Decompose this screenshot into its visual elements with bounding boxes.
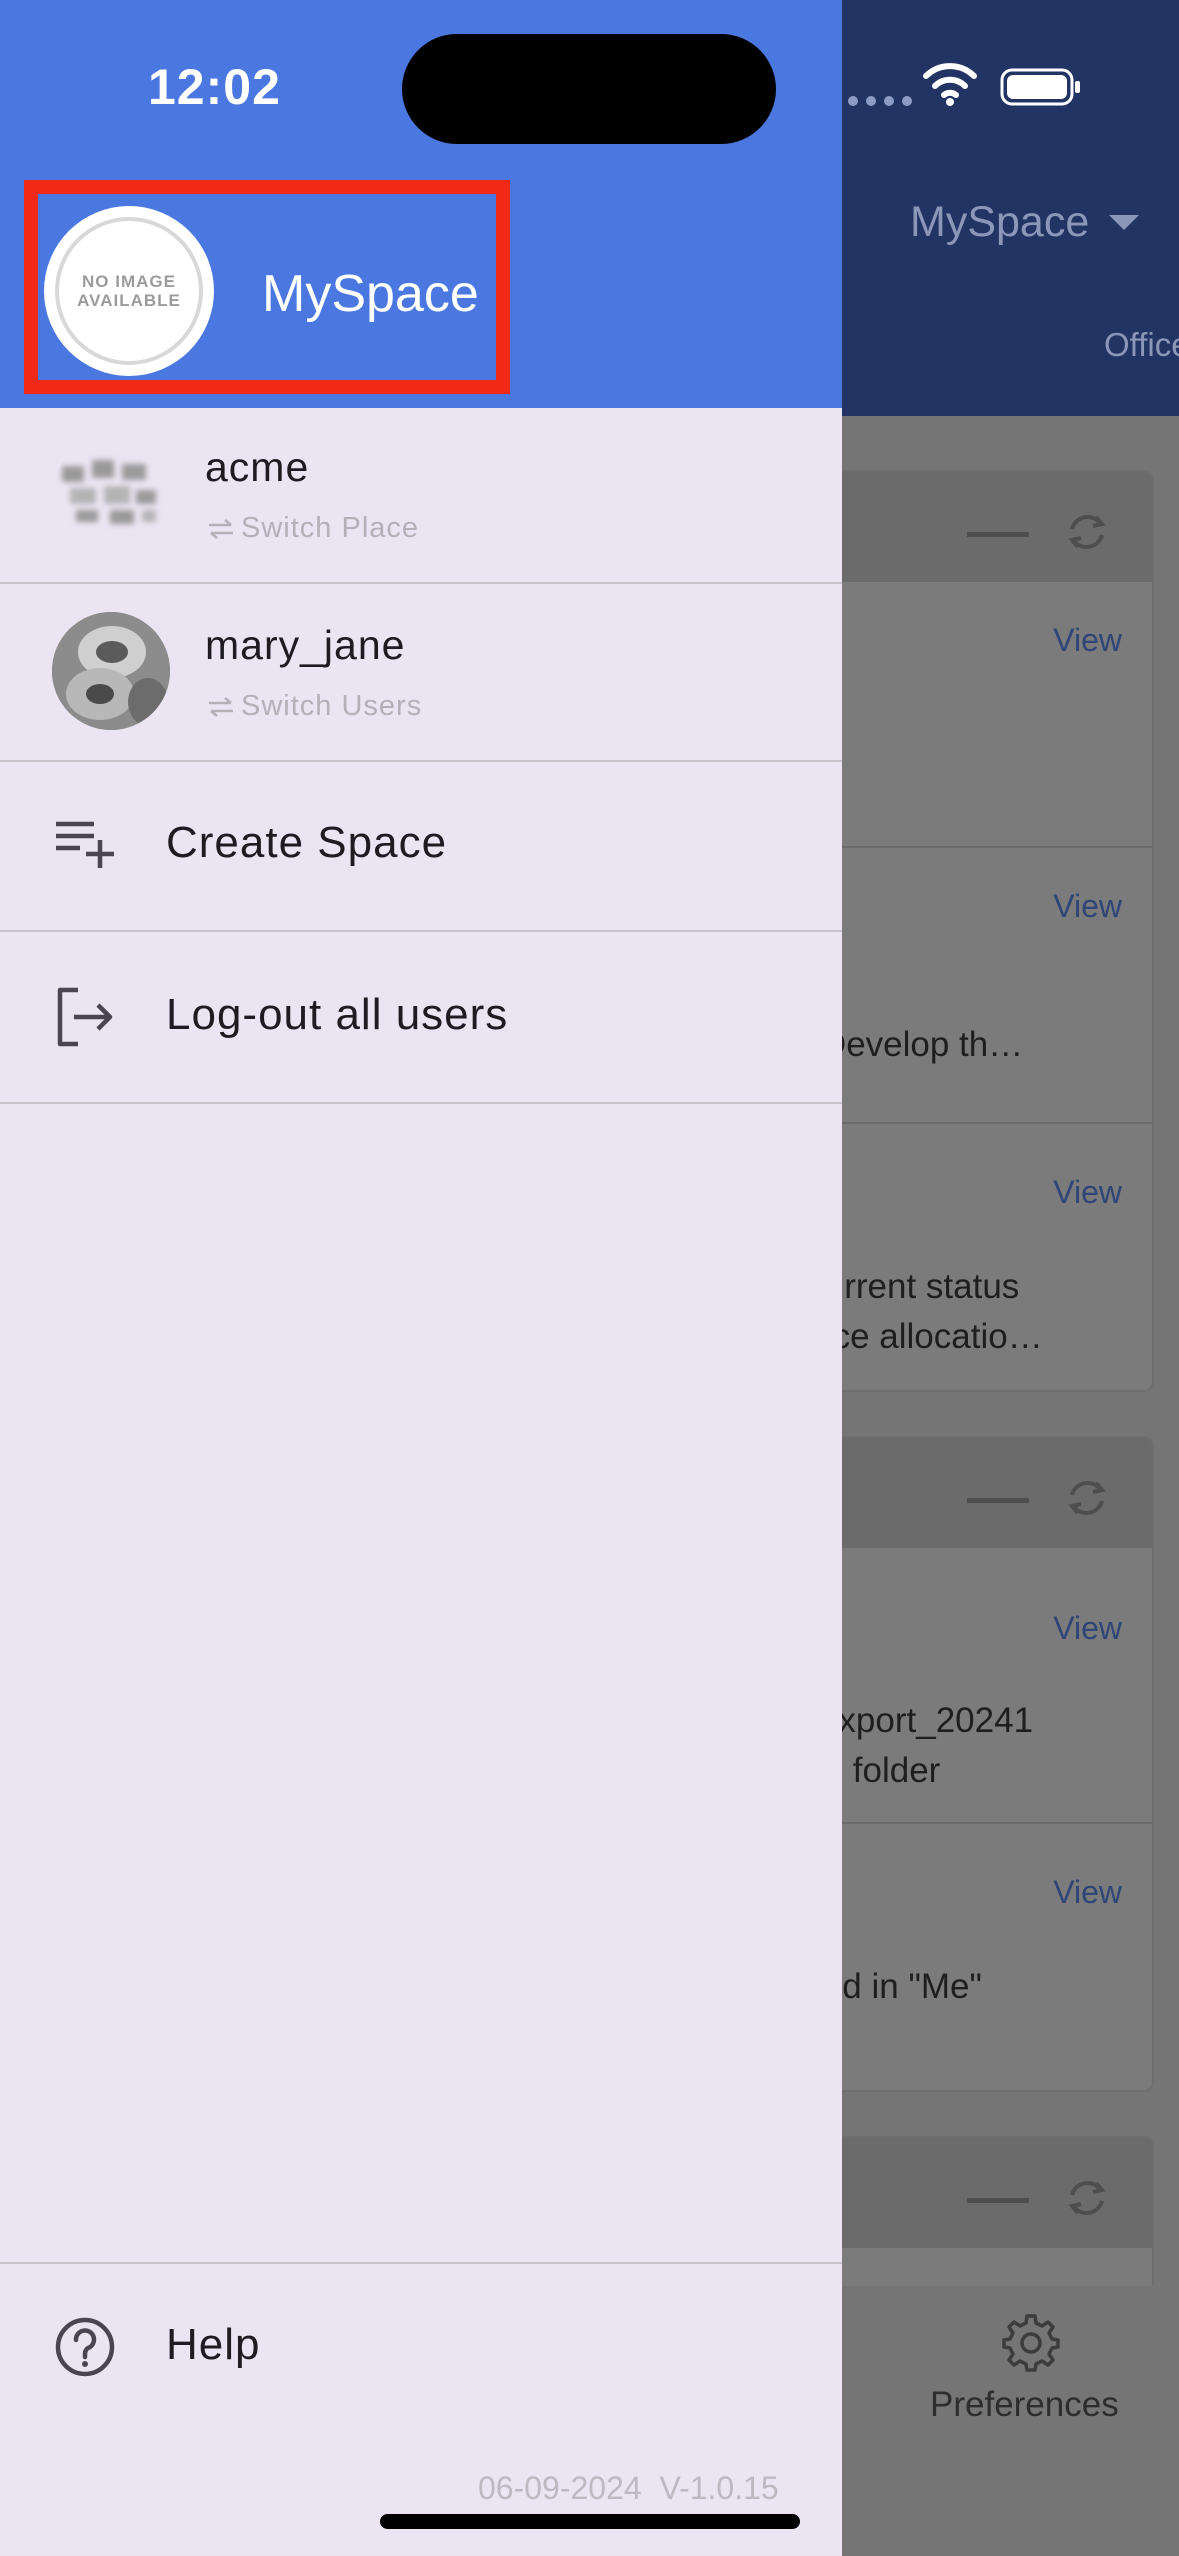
wifi-icon — [923, 63, 977, 106]
background-space-title: MySpace — [910, 198, 1090, 246]
refresh-icon[interactable] — [1062, 507, 1112, 557]
help-item[interactable]: Help — [0, 2264, 842, 2434]
user-photo-icon — [52, 612, 170, 730]
status-time: 12:02 — [148, 59, 281, 115]
playlist-add-icon — [56, 821, 114, 868]
place-logo-icon — [62, 460, 156, 524]
logout-icon — [57, 987, 113, 1047]
help-label: Help — [166, 2320, 261, 2369]
view-link[interactable]: View — [1053, 888, 1122, 925]
switch-users-text: Switch Users — [241, 690, 423, 722]
create-space-label: Create Space — [166, 818, 448, 867]
view-link[interactable]: View — [1053, 1610, 1122, 1647]
user-avatar — [52, 612, 170, 730]
home-indicator[interactable] — [380, 2514, 800, 2529]
minimize-icon[interactable] — [967, 532, 1029, 537]
space-name[interactable]: MySpace — [262, 264, 479, 324]
available-text: AVAILABLE — [77, 291, 181, 310]
minimize-icon[interactable] — [967, 1498, 1029, 1503]
refresh-icon[interactable] — [1062, 1473, 1112, 1523]
caret-down-icon — [1109, 215, 1140, 230]
space-avatar[interactable]: NO IMAGE AVAILABLE — [44, 206, 214, 376]
minimize-icon[interactable] — [967, 2198, 1029, 2203]
no-image-placeholder: NO IMAGE AVAILABLE — [55, 217, 203, 365]
place-name: acme — [205, 444, 310, 490]
view-link[interactable]: View — [1053, 622, 1122, 659]
switch-place-text: Switch Place — [241, 512, 420, 544]
dynamic-island — [402, 34, 776, 144]
refresh-icon[interactable] — [1062, 2173, 1112, 2223]
logout-all-users-item[interactable]: Log-out all users — [0, 932, 842, 1104]
switch-place-label: Switch Place — [205, 512, 419, 545]
user-name: mary_jane — [205, 622, 406, 668]
swap-arrows-icon — [209, 696, 233, 717]
switch-place-row[interactable]: acme Switch Place — [0, 408, 842, 584]
preferences-label[interactable]: Preferences — [930, 2385, 1119, 2425]
switch-users-label: Switch Users — [205, 690, 422, 723]
swap-arrows-icon — [209, 518, 233, 539]
build-date: 06-09-2024 — [478, 2470, 642, 2506]
version-info: 06-09-2024 V-1.0.15 — [478, 2470, 779, 2507]
cellular-signal-icon — [848, 96, 912, 106]
version-number: V-1.0.15 — [659, 2470, 779, 2506]
view-link[interactable]: View — [1053, 1174, 1122, 1211]
background-location-label: Office — [1104, 326, 1179, 363]
background-space-selector[interactable]: MySpace — [910, 198, 1140, 247]
view-link[interactable]: View — [1053, 1874, 1122, 1911]
help-icon — [55, 2317, 115, 2377]
gear-icon[interactable] — [998, 2310, 1064, 2376]
no-image-text: NO IMAGE — [82, 272, 176, 291]
place-avatar — [52, 436, 170, 554]
switch-user-row[interactable]: mary_jane Switch Users — [0, 584, 842, 762]
battery-icon — [1000, 68, 1080, 106]
logout-all-users-label: Log-out all users — [166, 990, 509, 1039]
create-space-item[interactable]: Create Space — [0, 762, 842, 932]
